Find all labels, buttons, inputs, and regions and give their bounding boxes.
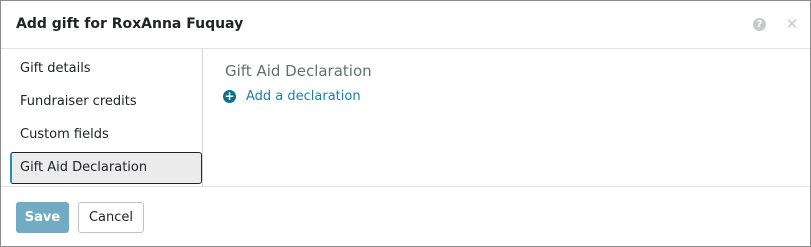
plus-circle-icon: + <box>223 88 236 103</box>
dialog-header: Add gift for RoxAnna Fuquay ? ✕ <box>1 1 810 49</box>
help-icon[interactable]: ? <box>753 18 766 31</box>
close-icon[interactable]: ✕ <box>785 15 799 33</box>
dialog-title: Add gift for RoxAnna Fuquay <box>16 16 244 32</box>
dialog-footer: Save Cancel <box>1 188 810 246</box>
tab-custom-fields[interactable]: Custom fields <box>10 119 202 151</box>
tab-fundraiser-credits[interactable]: Fundraiser credits <box>10 86 202 118</box>
tab-list: Gift details Fundraiser credits Custom f… <box>1 49 203 187</box>
section-heading: Gift Aid Declaration <box>225 62 372 80</box>
dialog-body: Gift details Fundraiser credits Custom f… <box>1 49 810 187</box>
cancel-button[interactable]: Cancel <box>78 202 144 233</box>
add-gift-dialog: Add gift for RoxAnna Fuquay ? ✕ Gift det… <box>0 0 811 247</box>
tab-gift-aid-declaration[interactable]: Gift Aid Declaration <box>10 152 202 184</box>
save-button[interactable]: Save <box>16 202 69 233</box>
add-declaration-label: Add a declaration <box>246 88 361 104</box>
tab-content: Gift Aid Declaration + Add a declaration <box>204 49 810 187</box>
add-declaration-link[interactable]: + Add a declaration <box>223 87 361 105</box>
tab-gift-details[interactable]: Gift details <box>10 53 202 85</box>
